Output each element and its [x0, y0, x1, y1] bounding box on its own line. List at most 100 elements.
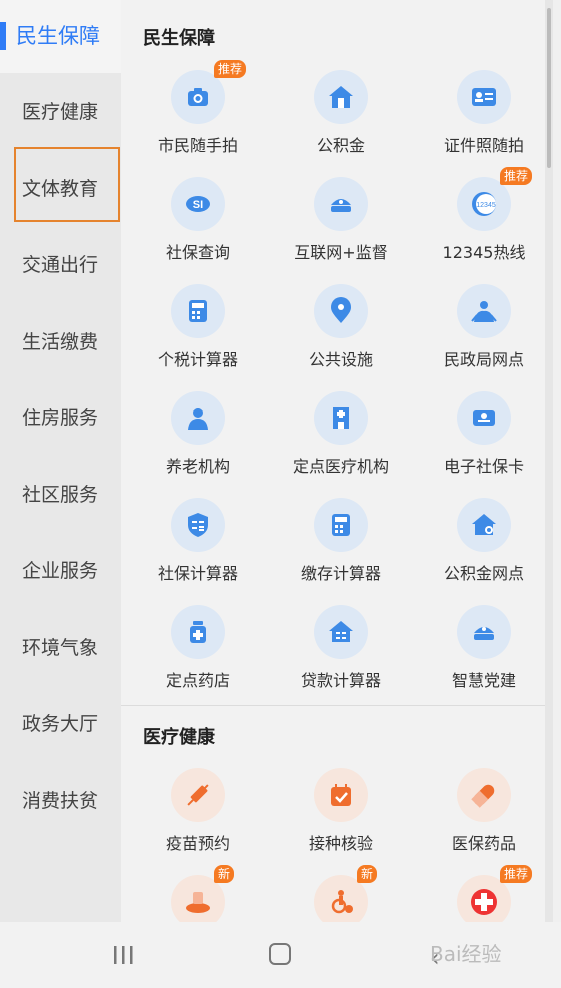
sidebar-item[interactable]: 交通出行: [0, 226, 121, 302]
calendar-check-icon: [314, 768, 368, 822]
section-divider: [121, 705, 553, 706]
sidebar-item-label: 企业服务: [22, 560, 99, 582]
service-item-label: 证件照随拍: [443, 136, 524, 155]
badge: 新: [214, 865, 235, 883]
sidebar-item-label: 社区服务: [22, 483, 99, 506]
civil-affairs-icon: [457, 284, 511, 338]
pill-icon: [457, 768, 511, 822]
sidebar-item-label: 民生保障: [16, 24, 100, 48]
sidebar-item[interactable]: 医疗健康: [0, 73, 121, 149]
active-indicator: [0, 22, 6, 50]
svg-text:SI: SI: [193, 199, 203, 211]
service-item[interactable]: 民政局网点: [412, 270, 556, 377]
sidebar-item-label: 生活缴费: [22, 330, 99, 353]
wheelchair-icon: [314, 875, 368, 929]
house-search-icon: [457, 498, 511, 552]
service-item-label: 公积金网点: [443, 564, 524, 583]
service-item-label: 电子社保卡: [443, 457, 524, 476]
badge: 推荐: [214, 60, 247, 78]
camera-icon: [171, 70, 225, 124]
service-item[interactable]: 定点药店: [126, 591, 270, 698]
sidebar-item-label: 住房服务: [22, 407, 99, 429]
service-item-label: 个税计算器: [157, 350, 238, 369]
service-item[interactable]: 医保药品: [412, 754, 556, 861]
service-item-label: 定点药店: [165, 671, 230, 690]
recent-apps-button[interactable]: [112, 944, 136, 966]
location-pin-icon: [314, 284, 368, 338]
service-item-label: 公积金: [316, 136, 365, 155]
sidebar-item[interactable]: 消费扶贫: [0, 762, 121, 838]
service-item-label: 社保查询: [165, 243, 230, 262]
service-item-label: 民政局网点: [443, 350, 524, 369]
sidebar-item[interactable]: 生活缴费: [0, 303, 121, 379]
service-item[interactable]: SI 社保查询: [126, 163, 270, 270]
sidebar-item[interactable]: 政务大厅: [0, 685, 121, 761]
card-icon: [457, 391, 511, 445]
service-grid-panel: 民生保障 医疗健康 市民随手拍 推荐 公积金 证件照随拍 SI 社保查询 互联网+监督 123…: [121, 0, 556, 929]
service-item-label: 疫苗预约: [165, 834, 230, 853]
shield-calculator-icon: [171, 498, 225, 552]
sidebar-item-label: 医疗健康: [22, 101, 99, 123]
service-item-label: 互联网+监督: [294, 243, 388, 262]
service-item[interactable]: 证件照随拍: [412, 56, 556, 163]
police-cap-icon: [314, 177, 368, 231]
service-item[interactable]: 电子社保卡: [412, 377, 556, 484]
calculator-icon: [171, 284, 225, 338]
service-item-label: 市民随手拍: [157, 136, 238, 155]
clinic-icon: [171, 875, 225, 929]
service-item[interactable]: 疫苗预约: [126, 754, 270, 861]
service-item[interactable]: 定点医疗机构: [269, 377, 413, 484]
service-item[interactable]: 社保计算器: [126, 484, 270, 591]
service-item[interactable]: 缴存计算器: [269, 484, 413, 591]
sidebar-item[interactable]: 企业服务: [0, 532, 121, 608]
service-item[interactable]: 公共设施: [269, 270, 413, 377]
service-item-label: 12345热线: [442, 243, 526, 262]
sidebar-item-label: 交通出行: [22, 254, 99, 276]
red-cross-icon: [457, 875, 511, 929]
badge: 推荐: [500, 167, 533, 185]
medicine-bottle-icon: [171, 605, 225, 659]
calculator-icon: [314, 498, 368, 552]
sidebar-item[interactable]: 社区服务: [0, 456, 121, 532]
home-button[interactable]: [269, 943, 291, 965]
service-item-label: 公共设施: [308, 350, 373, 369]
sidebar-item-active[interactable]: 民生保障: [0, 0, 121, 73]
badge: 推荐: [500, 865, 533, 883]
elderly-icon: [171, 391, 225, 445]
service-item[interactable]: 12345 12345热线 推荐: [412, 163, 556, 270]
watermark: Bai经验: [430, 942, 502, 966]
house-icon: [314, 70, 368, 124]
sidebar-item[interactable]: 环境气象: [0, 609, 121, 685]
service-item[interactable]: 个税计算器: [126, 270, 270, 377]
service-item-label: 智慧党建: [451, 671, 516, 690]
service-item[interactable]: 养老机构: [126, 377, 270, 484]
service-item-label: 贷款计算器: [300, 671, 381, 690]
service-item[interactable]: 互联网+监督: [269, 163, 413, 270]
party-cap-icon: [457, 605, 511, 659]
syringe-icon: [171, 768, 225, 822]
service-item[interactable]: 公积金: [269, 56, 413, 163]
section-title: 民生保障: [143, 28, 215, 49]
annotation-highlight-box: [14, 147, 120, 222]
service-item-label: 社保计算器: [157, 564, 238, 583]
social-security-icon: SI: [171, 177, 225, 231]
service-item-label: 医保药品: [451, 834, 516, 853]
sidebar-item-label: 环境气象: [22, 636, 99, 659]
service-item-label: 养老机构: [165, 457, 230, 476]
service-item[interactable]: 市民随手拍 推荐: [126, 56, 270, 163]
service-item[interactable]: 智慧党建: [412, 591, 556, 698]
service-item-label: 缴存计算器: [300, 564, 381, 583]
section-title: 医疗健康: [143, 727, 215, 748]
category-sidebar: 民生保障 医疗健康 文体教育 交通出行 生活缴费 住房服务 社区服务 企业服务 环境气象 政务大…: [0, 0, 121, 922]
svg-text:12345: 12345: [476, 202, 496, 209]
service-item[interactable]: 贷款计算器: [269, 591, 413, 698]
house-calculator-icon: [314, 605, 368, 659]
sidebar-item[interactable]: 住房服务: [0, 379, 121, 455]
sidebar-item-label: 消费扶贫: [22, 789, 99, 812]
sidebar-item-label: 政务大厅: [22, 713, 99, 735]
service-item-label: 定点医疗机构: [292, 457, 389, 476]
hotline-icon: 12345: [457, 177, 511, 231]
service-item[interactable]: 接种核验: [269, 754, 413, 861]
hospital-building-icon: [314, 391, 368, 445]
service-item[interactable]: 公积金网点: [412, 484, 556, 591]
